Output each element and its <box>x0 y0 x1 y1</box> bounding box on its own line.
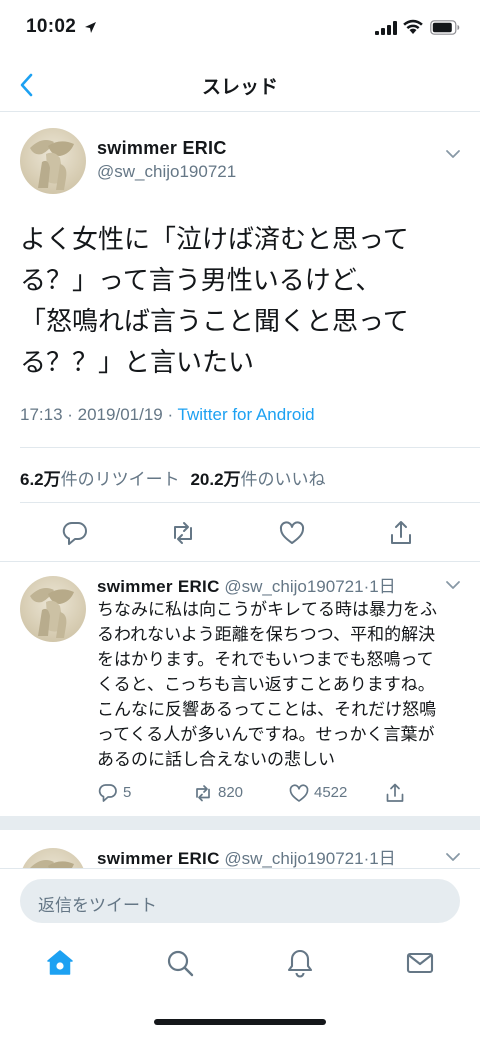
tweet-stats: 6.2万件のリツイート 20.2万件のいいね <box>20 465 326 490</box>
reply-input-placeholder: 返信をツイート <box>38 896 157 916</box>
reply-text-line: るわれないよう距離を保ちつつ、平和的解決 <box>97 625 436 645</box>
tweet-text-line: る？？」と言いたい <box>20 348 255 378</box>
author-name[interactable]: swimmer ERIC <box>97 138 227 159</box>
divider <box>20 502 480 503</box>
status-time: 10:02 <box>26 16 77 37</box>
tweet-text-line: 「怒鳴れば言うこと聞くと思って <box>20 307 409 337</box>
avatar[interactable] <box>20 576 86 642</box>
messages-icon[interactable] <box>405 948 435 978</box>
reply-text-line: をはかります。それでもいつまでも怒鳴って <box>97 650 434 670</box>
like-icon <box>289 784 309 802</box>
author-name[interactable]: swimmer ERIC <box>97 577 220 596</box>
reply-compose-bar: 返信をツイート <box>0 868 480 934</box>
share-icon[interactable] <box>386 518 416 548</box>
statue-image <box>30 588 74 638</box>
chevron-down-icon[interactable] <box>444 579 462 591</box>
avatar[interactable] <box>20 128 86 194</box>
like-count: 4522 <box>314 784 348 801</box>
reply-actions: 5 820 4522 <box>97 782 457 804</box>
retweet-button[interactable]: 820 <box>192 782 272 804</box>
author-handle[interactable]: @sw_chijo190721 <box>224 577 363 596</box>
share-button[interactable] <box>384 782 408 804</box>
cellular-signal-icon <box>375 21 397 35</box>
tweet-timestamp: 17:13 · 2019/01/19 · <box>20 405 178 424</box>
reply-header: swimmer ERIC @sw_chijo190721·1日 <box>97 844 396 868</box>
author-handle[interactable]: @sw_chijo190721 <box>224 849 363 868</box>
author-handle[interactable]: @sw_chijo190721 <box>97 162 236 182</box>
location-arrow-icon <box>85 22 96 33</box>
reply-text: ちなみに私は向こうがキレてる時は暴力をふ るわれないよう距離を保ちつつ、平和的解… <box>97 598 463 773</box>
likes-label[interactable]: 件のいいね <box>241 470 326 490</box>
chevron-down-icon[interactable] <box>444 148 462 160</box>
page-title: スレッド <box>201 76 278 98</box>
retweet-icon[interactable] <box>168 518 198 548</box>
home-indicator <box>154 1019 326 1025</box>
retweets-count[interactable]: 6.2万 <box>20 470 61 489</box>
tweet-text: よく女性に「泣けば済むと思って る？」って言う男性いるけど、 「怒鳴れば言うこと… <box>20 220 466 384</box>
reply-text-line: ってくる人が多いんですね。せっかく言葉が <box>97 725 435 745</box>
statue-image <box>30 140 74 190</box>
divider <box>0 561 480 562</box>
retweet-count: 820 <box>218 784 244 801</box>
divider <box>20 447 480 448</box>
navigation-bar: スレッド <box>0 58 480 112</box>
reply-text-line: くると、こっちも言い返すことありますね。 <box>97 675 435 695</box>
home-icon[interactable] <box>45 948 75 978</box>
tweet-text-line: よく女性に「泣けば済むと思って <box>20 225 409 255</box>
retweets-label[interactable]: 件のリツイート <box>61 470 180 490</box>
tweet-actions <box>0 518 480 548</box>
statue-image <box>30 860 74 868</box>
reply-count: 5 <box>123 784 132 801</box>
reply-icon <box>98 784 117 802</box>
chevron-down-icon[interactable] <box>444 851 462 863</box>
reply-tweet[interactable]: swimmer ERIC @sw_chijo190721·1日 <box>0 834 480 868</box>
like-button[interactable]: 4522 <box>288 782 368 804</box>
author-name[interactable]: swimmer ERIC <box>97 849 220 868</box>
like-icon[interactable] <box>277 518 307 548</box>
reply-input[interactable]: 返信をツイート <box>20 879 460 923</box>
share-icon <box>386 783 404 802</box>
reply-text-line: ちなみに私は向こうがキレてる時は暴力をふ <box>97 600 437 620</box>
reply-button[interactable]: 5 <box>97 782 157 804</box>
wifi-icon <box>403 19 423 34</box>
retweet-icon <box>196 785 210 802</box>
tweet-source-link[interactable]: Twitter for Android <box>178 405 315 424</box>
notifications-icon[interactable] <box>285 948 315 978</box>
reply-header: swimmer ERIC @sw_chijo190721·1日 <box>97 572 396 597</box>
reply-text-line: あるのに話し合えないの悲しい <box>97 750 335 770</box>
search-icon[interactable] <box>165 948 195 978</box>
tweet-text-line: る？」って言う男性いるけど、 <box>20 266 382 296</box>
likes-count[interactable]: 20.2万 <box>190 470 240 489</box>
avatar[interactable] <box>20 848 86 868</box>
tweet-metadata: 17:13 · 2019/01/19 · Twitter for Android <box>20 405 315 425</box>
reply-text-line: こんなに反響あるってことは、それだけ怒鳴 <box>97 700 437 720</box>
battery-icon <box>430 20 460 35</box>
status-bar: 10:02 <box>0 0 480 58</box>
reply-time: ·1日 <box>363 577 396 596</box>
reply-time: ·1日 <box>363 849 396 868</box>
section-separator <box>0 816 480 830</box>
reply-icon[interactable] <box>60 518 90 548</box>
